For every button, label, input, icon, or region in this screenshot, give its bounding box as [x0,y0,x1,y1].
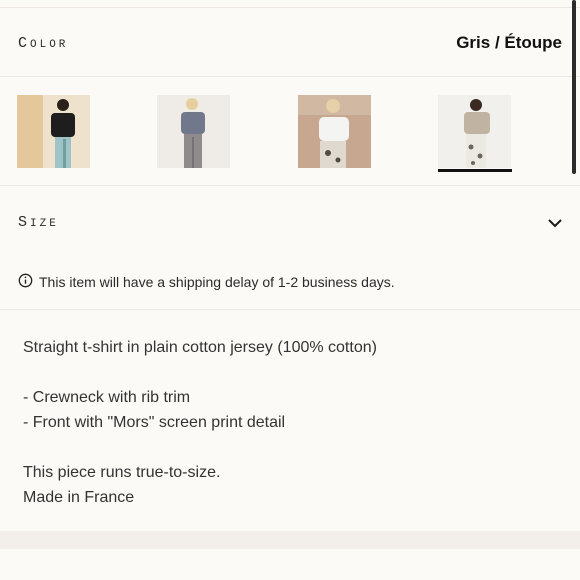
model-grey-tshirt-image [157,95,230,168]
top-divider [0,7,580,8]
info-icon [18,273,33,288]
description-bullet-crewneck: - Crewneck with rib trim [23,389,191,406]
color-divider [0,76,580,77]
grey-tshirt-swatch[interactable] [157,95,230,168]
model-taupe-tshirt-image [438,95,511,168]
shipping-delay-notice: This item will have a shipping delay of … [39,274,395,290]
description-origin: Made in France [23,489,135,506]
description-bullet-print: - Front with "Mors" screen print detail [23,414,286,431]
description-material: Straight t-shirt in plain cotton jersey … [23,339,377,356]
size-label: Size [18,214,59,231]
taupe-tshirt-swatch[interactable] [438,95,511,168]
description-fit: This piece runs true-to-size. [23,464,221,481]
scrollbar[interactable] [572,0,576,174]
model-white-tshirt-image [298,95,371,168]
model-black-tshirt-image [17,95,90,168]
black-tshirt-swatch[interactable] [17,95,90,168]
selected-color-value: Gris / Étoupe [456,33,562,52]
footer-band [0,531,580,549]
white-tshirt-swatch[interactable] [298,95,371,168]
chevron-down-icon[interactable] [547,215,563,231]
notice-divider [0,309,580,310]
swatch-divider [0,185,580,186]
color-label: Color [18,35,69,52]
selected-swatch-indicator [438,169,512,172]
